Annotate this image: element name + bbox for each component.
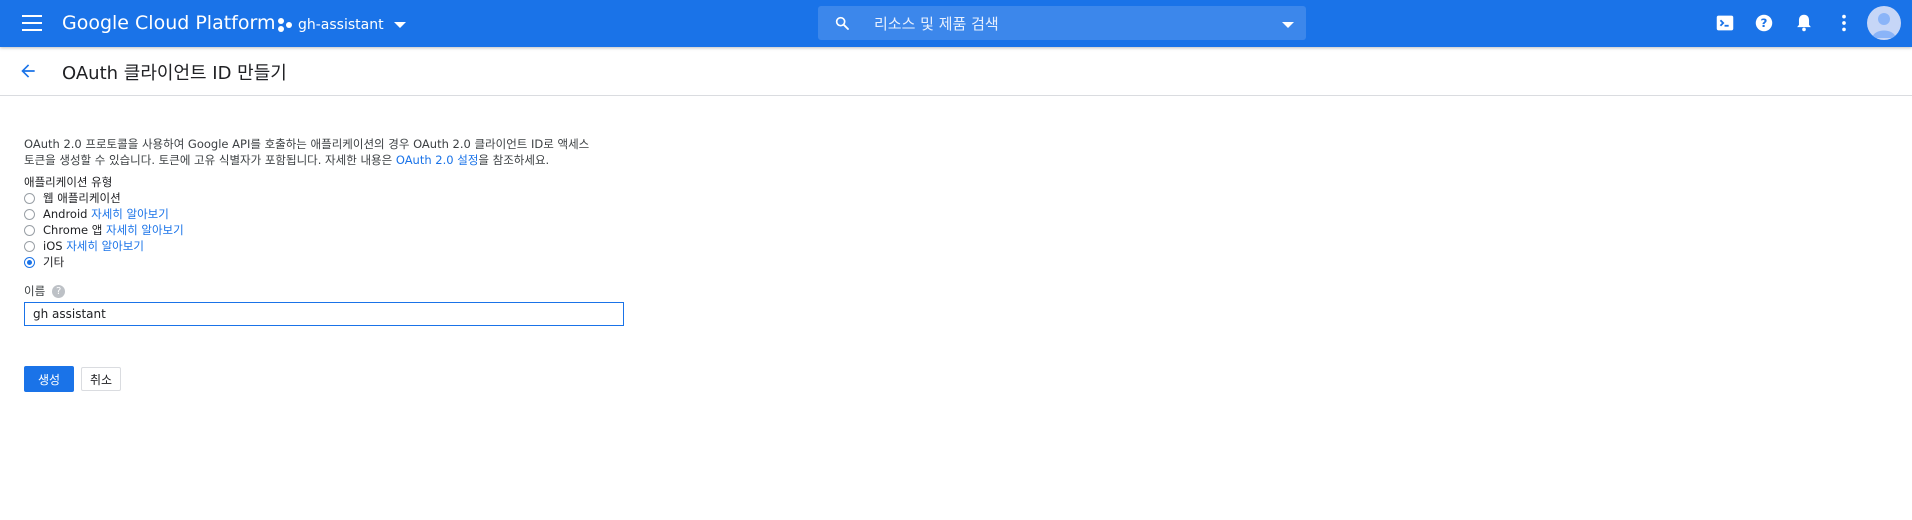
radio-web[interactable]: [24, 192, 35, 204]
radio-other[interactable]: [24, 256, 35, 268]
option-ios-label: iOS: [43, 239, 63, 253]
cancel-button[interactable]: 취소: [81, 367, 121, 391]
chrome-learn-more-link[interactable]: 자세히 알아보기: [106, 222, 184, 238]
option-other[interactable]: 기타: [24, 254, 664, 270]
app-type-label: 애플리케이션 유형: [24, 175, 113, 189]
search-bar[interactable]: [818, 6, 1306, 42]
project-selector[interactable]: gh-assistant: [277, 15, 406, 35]
name-label-text: 이름: [24, 284, 46, 298]
android-learn-more-link[interactable]: 자세히 알아보기: [91, 206, 169, 222]
page-header: OAuth 클라이언트 ID 만들기: [0, 47, 1912, 96]
notifications-icon[interactable]: [1793, 12, 1815, 34]
more-vert-icon[interactable]: [1833, 12, 1855, 34]
option-ios[interactable]: iOS 자세히 알아보기: [24, 238, 664, 254]
top-app-bar: Google Cloud Platform gh-assistant ?: [0, 0, 1912, 47]
help-circle-icon[interactable]: ?: [52, 284, 66, 298]
project-name: gh-assistant: [298, 17, 384, 33]
name-field-label: 이름 ?: [24, 283, 66, 299]
oauth-settings-link[interactable]: OAuth 2.0 설정: [396, 153, 479, 167]
description-line-2: 토큰을 생성할 수 있습니다. 토큰에 고유 식별자가 포함됩니다. 자세한 내…: [24, 153, 396, 167]
description-line-2-end: 을 참조하세요.: [478, 153, 550, 167]
svg-text:?: ?: [1761, 16, 1768, 30]
option-chrome[interactable]: Chrome 앱 자세히 알아보기: [24, 222, 664, 238]
back-arrow-icon[interactable]: [18, 61, 38, 81]
chevron-down-icon: [393, 22, 406, 28]
option-android[interactable]: Android 자세히 알아보기: [24, 206, 664, 222]
option-web[interactable]: 웹 애플리케이션: [24, 190, 664, 206]
cloud-shell-icon[interactable]: [1714, 12, 1736, 34]
search-input[interactable]: [872, 6, 1266, 42]
name-input[interactable]: [24, 302, 624, 326]
brand-title[interactable]: Google Cloud Platform: [62, 12, 275, 34]
project-icon: [278, 18, 292, 32]
description-line-1: OAuth 2.0 프로토콜을 사용하여 Google API를 호출하는 애플…: [24, 137, 590, 151]
search-icon: [835, 16, 849, 30]
description: OAuth 2.0 프로토콜을 사용하여 Google API를 호출하는 애플…: [24, 136, 624, 168]
ios-learn-more-link[interactable]: 자세히 알아보기: [66, 238, 144, 254]
option-android-label: Android: [43, 207, 88, 221]
page-title: OAuth 클라이언트 ID 만들기: [62, 63, 287, 84]
account-avatar[interactable]: [1867, 6, 1901, 40]
radio-android[interactable]: [24, 208, 35, 220]
radio-chrome[interactable]: [24, 224, 35, 236]
person-icon: [1872, 13, 1896, 38]
oauth-form: OAuth 2.0 프로토콜을 사용하여 Google API를 호출하는 애플…: [24, 136, 664, 270]
help-icon[interactable]: ?: [1753, 12, 1775, 34]
option-web-label: 웹 애플리케이션: [43, 191, 121, 205]
create-button[interactable]: 생성: [24, 366, 74, 392]
radio-ios[interactable]: [24, 240, 35, 252]
search-dropdown-icon[interactable]: [1282, 22, 1294, 28]
option-chrome-label: Chrome 앱: [43, 223, 103, 237]
menu-icon[interactable]: [22, 15, 42, 31]
option-other-label: 기타: [43, 255, 65, 269]
